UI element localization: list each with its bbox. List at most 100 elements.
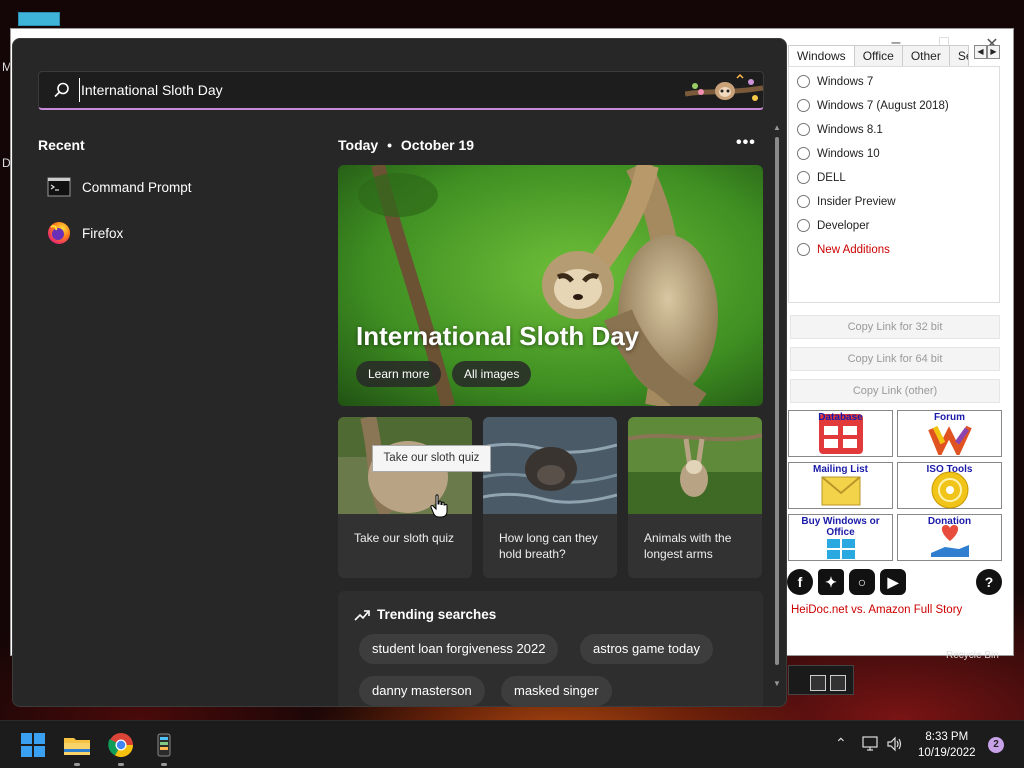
today-heading: Today • October 19: [338, 137, 474, 153]
firefox-icon: [48, 222, 70, 244]
hold-breath-card[interactable]: How long can they hold breath?: [483, 417, 617, 578]
radio-windows-7[interactable]: Windows 7: [797, 75, 873, 88]
trending-chip[interactable]: student loan forgiveness 2022: [359, 634, 559, 664]
version-radio-group: Windows 7 Windows 7 (August 2018) Window…: [788, 66, 1000, 303]
buy-windows-tile[interactable]: Buy Windows or Office: [788, 514, 893, 561]
tab-office[interactable]: Office: [853, 45, 903, 67]
details-view-icon[interactable]: [810, 675, 826, 691]
radio-insider-preview[interactable]: Insider Preview: [797, 195, 896, 208]
tab-other[interactable]: Other: [901, 45, 950, 67]
chevron-right-icon[interactable]: ▶: [987, 45, 1000, 59]
tile-label: Forum: [933, 412, 966, 423]
heidoc-story-link[interactable]: HeiDoc.net vs. Amazon Full Story: [791, 604, 962, 616]
twitter-icon[interactable]: ✦: [818, 569, 844, 595]
card-caption: Take our sloth quiz: [354, 531, 455, 545]
desktop-icon[interactable]: [18, 12, 60, 26]
all-images-button[interactable]: All images: [452, 361, 532, 387]
app-button[interactable]: [149, 730, 179, 766]
help-icon[interactable]: ?: [976, 569, 1002, 595]
iso-tools-tile[interactable]: ISO Tools: [897, 462, 1002, 509]
radio-button[interactable]: [797, 75, 810, 88]
today-label: Today: [338, 137, 379, 153]
chevron-up-icon[interactable]: ⌃: [835, 735, 847, 752]
learn-more-button[interactable]: Learn more: [356, 361, 442, 387]
network-icon[interactable]: [862, 736, 880, 752]
clock-date: 10/19/2022: [918, 747, 976, 759]
radio-new-additions[interactable]: New Additions: [797, 243, 890, 256]
tiles-view-icon[interactable]: [830, 675, 846, 691]
tab-settings[interactable]: Se: [948, 45, 969, 67]
radio-button[interactable]: [797, 147, 810, 160]
app-icon: [157, 733, 171, 757]
tab-scroll-arrows: ◀ ▶: [974, 45, 1000, 59]
scroll-down-icon[interactable]: ▼: [772, 679, 782, 689]
copy-link-64-button[interactable]: Copy Link for 64 bit: [790, 347, 1000, 371]
recent-item-firefox[interactable]: Firefox: [47, 221, 123, 245]
instagram-icon[interactable]: ○: [849, 569, 875, 595]
clock[interactable]: 8:33 PM 10/19/2022: [918, 729, 976, 761]
sloth-quiz-card[interactable]: Take our sloth quiz: [338, 417, 472, 578]
search-input[interactable]: [79, 78, 639, 102]
tile-label: Database: [818, 412, 863, 423]
search-box[interactable]: [38, 71, 764, 110]
database-tile[interactable]: Database: [788, 410, 893, 457]
radio-button[interactable]: [797, 171, 810, 184]
chrome-button[interactable]: [106, 730, 136, 766]
radio-windows-10[interactable]: Windows 10: [797, 147, 880, 160]
radio-button[interactable]: [797, 99, 810, 112]
scroll-up-icon[interactable]: ▲: [772, 123, 782, 133]
disc-icon: [931, 471, 968, 509]
file-explorer-button[interactable]: [62, 730, 92, 766]
running-indicator: [161, 763, 167, 766]
tile-label: ISO Tools: [926, 464, 973, 475]
donation-tile[interactable]: Donation: [897, 514, 1002, 561]
trending-title: Trending searches: [377, 607, 497, 622]
mail-icon: [820, 476, 861, 506]
radio-dell[interactable]: DELL: [797, 171, 846, 184]
mailing-list-tile[interactable]: Mailing List: [788, 462, 893, 509]
radio-button[interactable]: [797, 243, 810, 256]
trending-heading: Trending searches: [354, 607, 496, 622]
notification-badge[interactable]: 2: [988, 737, 1004, 753]
scrollbar[interactable]: ▲ ▼: [772, 123, 782, 689]
trending-chip[interactable]: danny masterson: [359, 676, 485, 706]
start-icon[interactable]: [18, 730, 48, 760]
youtube-icon[interactable]: ▶: [880, 569, 906, 595]
chevron-left-icon[interactable]: ◀: [974, 45, 987, 59]
file-explorer-icon: [64, 738, 90, 755]
category-tabs: Windows Office Other Se ◀ ▶: [788, 45, 1000, 67]
tab-windows[interactable]: Windows: [788, 45, 855, 67]
radio-button[interactable]: [797, 123, 810, 136]
trending-chip[interactable]: masked singer: [501, 676, 612, 706]
sloth-day-badge-icon[interactable]: [685, 72, 763, 108]
radio-label: Windows 7 (August 2018): [817, 99, 949, 112]
radio-label: Insider Preview: [817, 195, 896, 208]
radio-button[interactable]: [797, 195, 810, 208]
radio-label: DELL: [817, 171, 846, 184]
running-indicator: [74, 763, 80, 766]
trending-searches-panel: Trending searches student loan forgivene…: [338, 591, 763, 706]
search-icon: [54, 82, 69, 98]
hero-card[interactable]: International Sloth Day Learn more All i…: [338, 165, 763, 406]
facebook-icon[interactable]: f: [787, 569, 813, 595]
longest-arms-card[interactable]: Animals with the longest arms: [628, 417, 762, 578]
radio-developer[interactable]: Developer: [797, 219, 869, 232]
volume-icon[interactable]: [886, 736, 904, 752]
radio-windows-7-aug[interactable]: Windows 7 (August 2018): [797, 99, 949, 112]
more-options-icon[interactable]: •••: [736, 134, 756, 152]
trending-chip[interactable]: astros game today: [580, 634, 713, 664]
recent-item-command-prompt[interactable]: Command Prompt: [47, 175, 192, 199]
radio-windows-8-1[interactable]: Windows 8.1: [797, 123, 883, 136]
copy-link-other-button[interactable]: Copy Link (other): [790, 379, 1000, 403]
donation-heart-hand-icon: [930, 525, 969, 557]
search-flyout: Recent Command Prompt Firefox Today • Oc…: [12, 38, 787, 707]
recent-item-label: Firefox: [82, 225, 124, 241]
radio-label: Windows 8.1: [817, 123, 883, 136]
hero-title: International Sloth Day: [356, 321, 640, 351]
radio-button[interactable]: [797, 219, 810, 232]
swimming-sloth-image: [483, 417, 617, 514]
tooltip: Take our sloth quiz: [372, 445, 491, 472]
copy-link-32-button[interactable]: Copy Link for 32 bit: [790, 315, 1000, 339]
scroll-thumb[interactable]: [775, 137, 779, 665]
forum-tile[interactable]: Forum: [897, 410, 1002, 457]
